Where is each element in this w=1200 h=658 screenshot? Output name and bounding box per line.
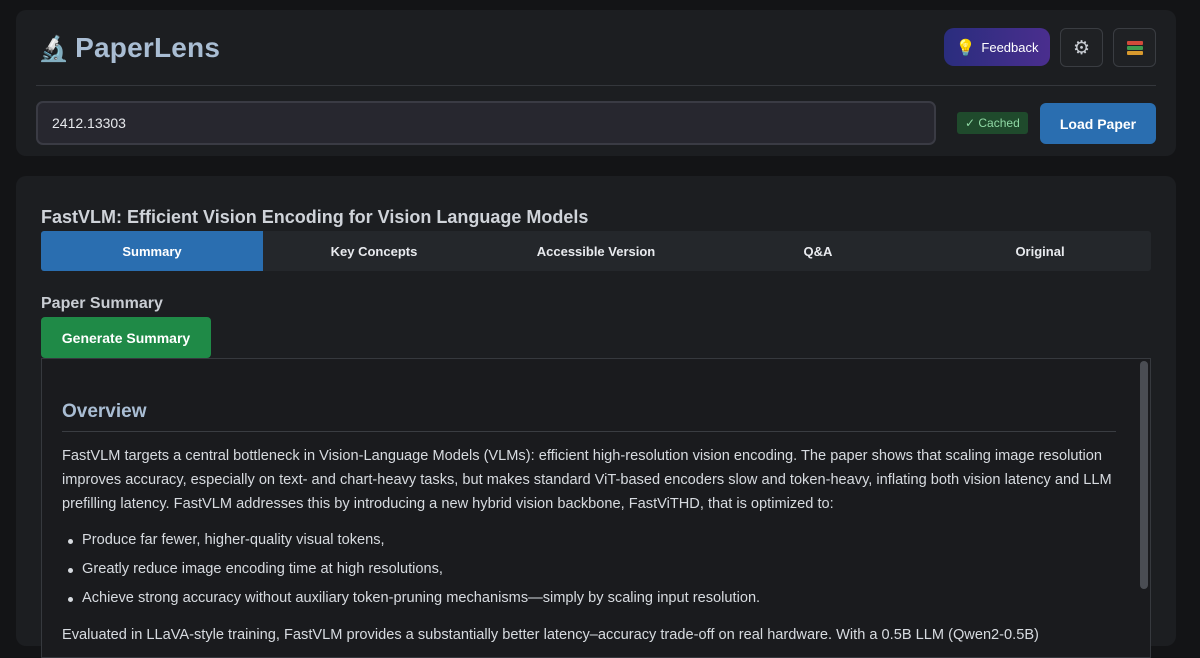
tab-summary[interactable]: Summary bbox=[41, 231, 263, 271]
list-item: Greatly reduce image encoding time at hi… bbox=[62, 555, 1116, 584]
main-card: FastVLM: Efficient Vision Encoding for V… bbox=[16, 176, 1176, 658]
microscope-icon: 🔬 bbox=[38, 33, 70, 63]
library-button[interactable] bbox=[1113, 28, 1156, 67]
overview-heading: Overview bbox=[62, 401, 1116, 432]
paper-id-input[interactable] bbox=[36, 101, 936, 145]
load-paper-button[interactable]: Load Paper bbox=[1040, 103, 1156, 144]
scrollbar[interactable] bbox=[1138, 359, 1150, 657]
brand: 🔬 PaperLens bbox=[38, 30, 220, 66]
tab-qa[interactable]: Q&A bbox=[707, 231, 929, 271]
generate-summary-button[interactable]: Generate Summary bbox=[41, 317, 211, 358]
tab-original[interactable]: Original bbox=[929, 231, 1151, 271]
overview-paragraph-2: Evaluated in LLaVA-style training, FastV… bbox=[62, 627, 1039, 643]
overview-bullets: Produce far fewer, higher-quality visual… bbox=[62, 526, 1116, 613]
cached-badge: ✓ Cached bbox=[957, 112, 1028, 134]
gear-icon: ⚙ bbox=[1072, 36, 1091, 59]
section-heading: Paper Summary bbox=[41, 295, 163, 312]
header-card: 🔬 PaperLens 💡 Feedback ⚙ ✓ Cached Load P… bbox=[16, 10, 1176, 156]
tab-bar: Summary Key Concepts Accessible Version … bbox=[41, 231, 1151, 271]
books-icon bbox=[1126, 40, 1143, 55]
feedback-label: Feedback bbox=[981, 39, 1039, 55]
feedback-button[interactable]: 💡 Feedback bbox=[944, 28, 1050, 66]
tab-accessible-version[interactable]: Accessible Version bbox=[485, 231, 707, 271]
app-title: PaperLens bbox=[75, 32, 221, 63]
list-item: Produce far fewer, higher-quality visual… bbox=[62, 526, 1116, 555]
lightbulb-icon: 💡 bbox=[955, 37, 976, 57]
settings-button[interactable]: ⚙ bbox=[1060, 28, 1103, 67]
summary-panel[interactable]: Overview FastVLM targets a central bottl… bbox=[41, 358, 1151, 658]
list-item: Achieve strong accuracy without auxiliar… bbox=[62, 584, 1116, 613]
overview-paragraph: FastVLM targets a central bottleneck in … bbox=[62, 448, 1112, 512]
summary-content: Overview FastVLM targets a central bottl… bbox=[62, 401, 1116, 647]
tab-key-concepts[interactable]: Key Concepts bbox=[263, 231, 485, 271]
header-divider bbox=[36, 85, 1156, 86]
scrollbar-thumb[interactable] bbox=[1140, 361, 1148, 589]
paper-title: FastVLM: Efficient Vision Encoding for V… bbox=[41, 207, 589, 227]
